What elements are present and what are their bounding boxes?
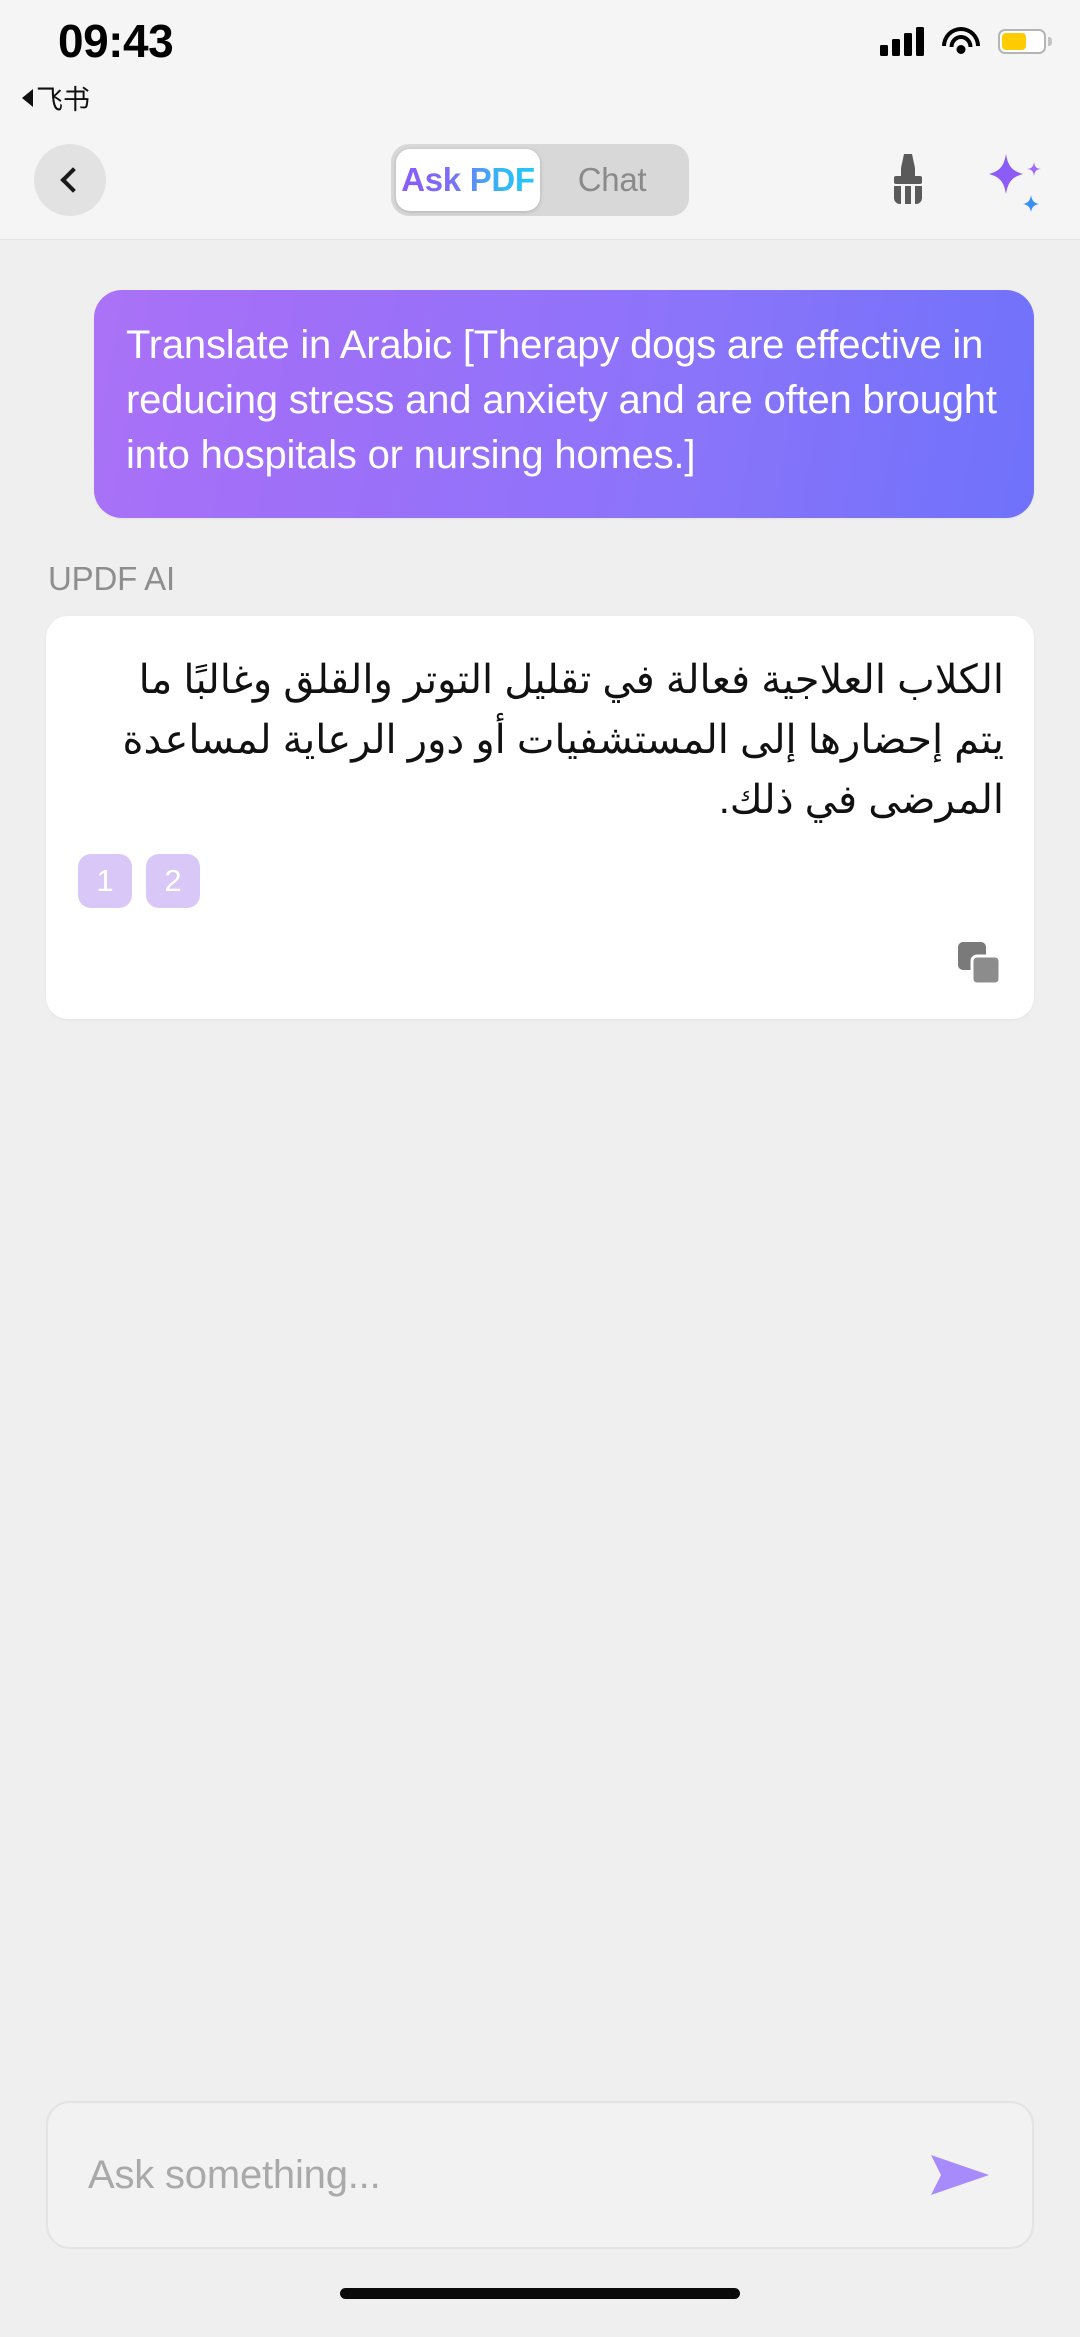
return-to-app-button[interactable]: 飞书: [22, 78, 90, 117]
send-triangle-icon: [927, 2147, 993, 2203]
citation-list: 1 2: [78, 854, 1004, 908]
mode-segmented-control[interactable]: Ask PDF Chat: [391, 144, 689, 216]
message-actions: [78, 938, 1004, 993]
status-bar: 09:43 飞书: [0, 0, 1080, 120]
navigation-bar: Ask PDF Chat: [0, 120, 1080, 240]
app-screen: 09:43 飞书 Ask PDF Chat: [0, 0, 1080, 2337]
copy-button[interactable]: [954, 938, 1004, 993]
sparkles-icon: [982, 148, 1046, 212]
user-message-row: Translate in Arabic [Therapy dogs are ef…: [46, 240, 1034, 518]
back-button[interactable]: [34, 144, 106, 216]
status-bar-time: 09:43: [58, 14, 173, 68]
nav-actions: [876, 148, 1046, 212]
wifi-icon: [941, 26, 981, 56]
chevron-left-icon: [60, 167, 85, 192]
tab-ask-pdf-label: Ask PDF: [401, 161, 535, 199]
cellular-signal-icon: [880, 26, 924, 56]
citation-chip[interactable]: 2: [146, 854, 200, 908]
tab-chat-label: Chat: [578, 161, 647, 199]
ask-input[interactable]: Ask something...: [88, 2153, 922, 2198]
return-app-label: 飞书: [36, 78, 90, 117]
status-bar-indicators: [880, 26, 1046, 56]
back-triangle-icon: [22, 89, 33, 107]
tab-chat[interactable]: Chat: [540, 149, 684, 211]
copy-icon: [954, 938, 1004, 988]
assistant-name-label: UPDF AI: [46, 560, 1034, 598]
tab-ask-pdf[interactable]: Ask PDF: [396, 149, 540, 211]
clear-chat-button[interactable]: [876, 148, 940, 212]
citation-chip[interactable]: 1: [78, 854, 132, 908]
assistant-message-text: الكلاب العلاجية فعالة في تقليل التوتر وا…: [78, 650, 1004, 830]
assistant-message-card[interactable]: الكلاب العلاجية فعالة في تقليل التوتر وا…: [46, 616, 1034, 1019]
brush-icon: [886, 152, 930, 208]
send-button[interactable]: [922, 2139, 998, 2211]
composer-input-wrapper[interactable]: Ask something...: [46, 2101, 1034, 2249]
home-indicator-area: [0, 2249, 1080, 2337]
chat-scroll-area[interactable]: Translate in Arabic [Therapy dogs are ef…: [0, 240, 1080, 2101]
home-indicator[interactable]: [340, 2288, 740, 2299]
user-message-bubble[interactable]: Translate in Arabic [Therapy dogs are ef…: [94, 290, 1034, 518]
composer-bar: Ask something...: [0, 2101, 1080, 2249]
battery-low-power-icon: [998, 29, 1046, 54]
ai-magic-button[interactable]: [982, 148, 1046, 212]
